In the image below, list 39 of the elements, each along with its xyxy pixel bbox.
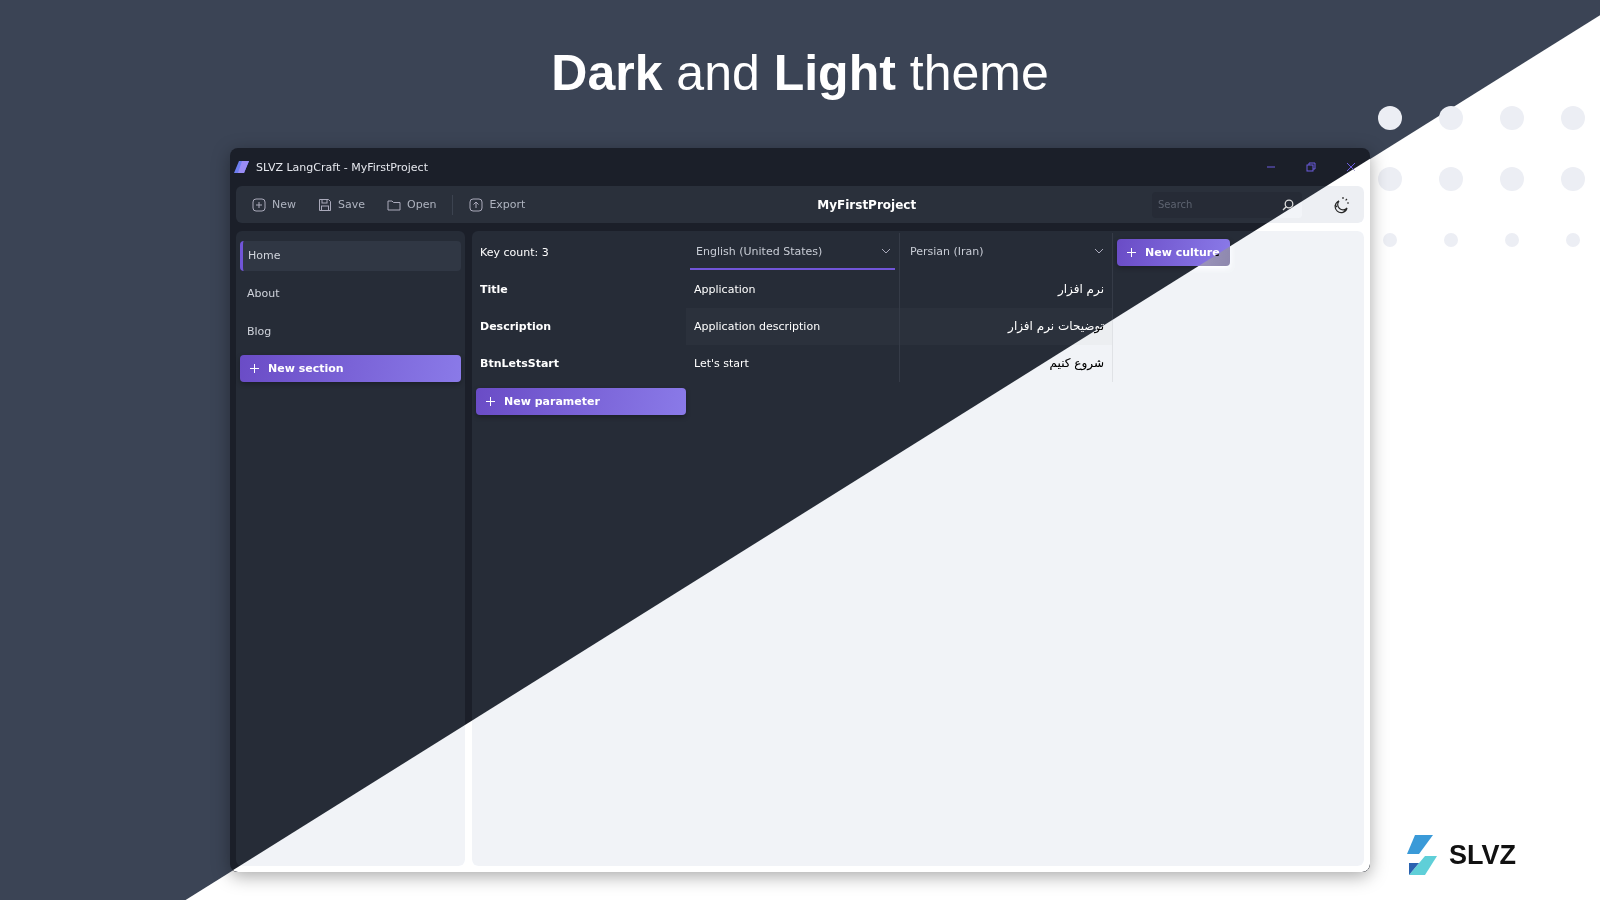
translation-cell[interactable]: شروع کنیم [899,345,1112,382]
key-cell-text: Description [479,319,553,335]
toolbar-button[interactable]: Open [381,193,443,216]
sidebar-item[interactable]: Blog [240,317,461,347]
translation-cell[interactable]: Application [686,271,899,308]
plus-icon [250,364,259,373]
new-culture-button[interactable]: New culture [1117,238,1230,266]
upload-icon [469,197,484,212]
translation-cell[interactable]: توضیحات نرم افزار [899,308,1112,345]
logo-icon [234,160,250,174]
restore-icon[interactable] [1306,162,1316,172]
search-field[interactable]: Search [1152,191,1302,218]
brand-name: SLVZ [1449,839,1516,871]
toolbar-button[interactable]: Export [463,193,532,216]
translation-cell[interactable]: Application description [686,308,899,345]
banner-title: Dark and Light theme [551,44,1049,103]
toolbar-button[interactable]: Save [312,193,371,216]
key-cell-text: Title [479,282,509,298]
key-count: Key count: 3 [480,245,549,259]
sidebar-item[interactable]: About [240,279,461,309]
new-section-button[interactable]: New section [240,355,461,382]
chevron-down-icon [1094,248,1104,254]
language-dropdown[interactable]: Persian (Iran) [904,234,1108,270]
sidebar-item[interactable]: Home [240,241,461,271]
project-name: MyFirstProject [817,197,917,212]
translation-cell[interactable]: Let's start [686,345,899,382]
theme-toggle-icon[interactable] [1332,195,1350,214]
new-parameter-button[interactable]: New parameter [476,388,686,415]
toolbar-button[interactable]: New [246,193,302,216]
close-icon[interactable] [1346,162,1356,172]
chevron-down-icon [881,248,891,254]
key-cell-text: BtnLetsStart [479,356,561,372]
window-title: SLVZ LangCraft - MyFirstProject [256,160,428,174]
logo-icon [1405,834,1439,876]
plus-square-icon [252,197,266,212]
plus-icon [486,397,495,406]
plus-icon [1127,247,1136,257]
folder-icon [387,197,401,212]
language-dropdown[interactable]: English (United States) [690,234,895,270]
